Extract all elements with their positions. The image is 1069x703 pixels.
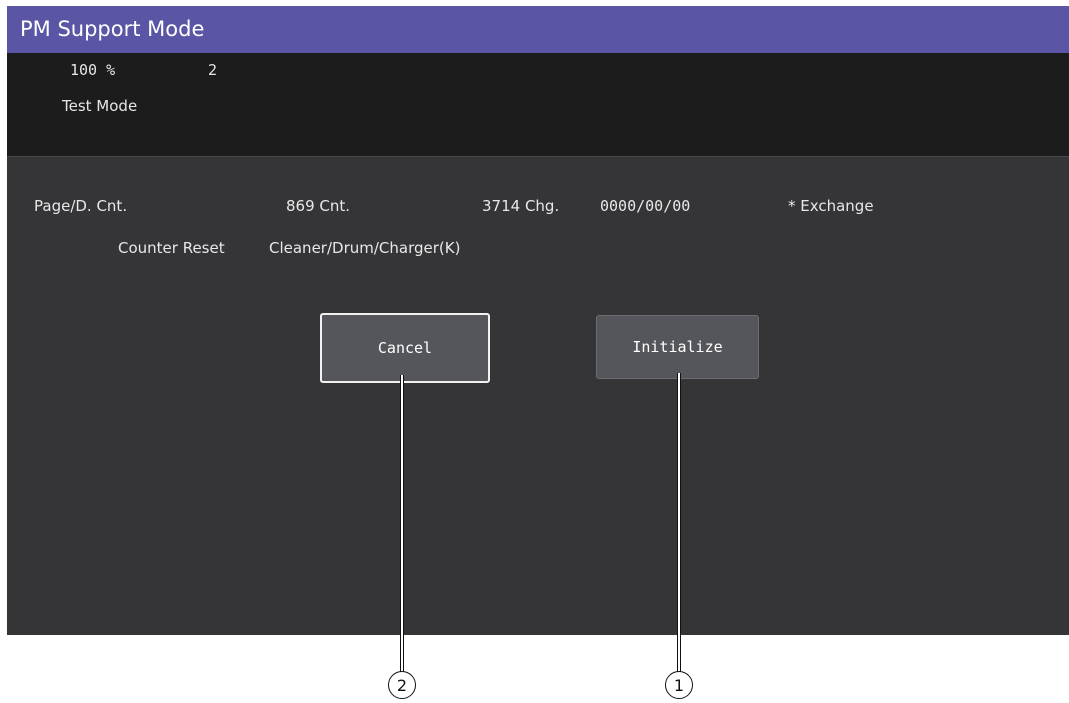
divider	[7, 156, 1069, 157]
pm-support-screen: PM Support Mode 100 % 2 Test Mode Page/D…	[7, 6, 1069, 635]
change-value: 3714 Chg.	[482, 197, 560, 215]
initialize-button[interactable]: Initialize	[596, 315, 759, 379]
mode-label: Test Mode	[62, 97, 138, 115]
exchange-label: * Exchange	[788, 197, 874, 215]
count-value: 869 Cnt.	[286, 197, 351, 215]
page-title: PM Support Mode	[7, 6, 1069, 53]
copy-count: 2	[208, 61, 218, 79]
zoom-level: 100 %	[70, 61, 116, 79]
callout-marker-initialize: 1	[665, 671, 693, 699]
part-name: Cleaner/Drum/Charger(K)	[269, 239, 461, 257]
callout-marker-cancel: 2	[388, 671, 416, 699]
callout-leader-initialize	[677, 373, 681, 684]
status-bar: 100 % 2 Test Mode	[7, 53, 1069, 156]
page-count-label: Page/D. Cnt.	[34, 197, 128, 215]
callout-leader-cancel	[400, 375, 404, 684]
date-value: 0000/00/00	[600, 197, 691, 215]
cancel-button[interactable]: Cancel	[320, 313, 490, 383]
counter-reset-label: Counter Reset	[118, 239, 225, 257]
